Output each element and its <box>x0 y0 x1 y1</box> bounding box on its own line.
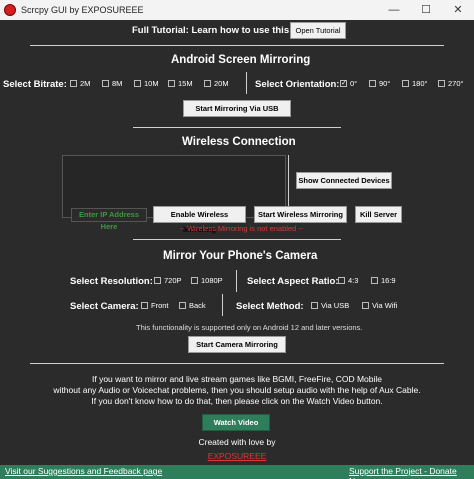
donate-link[interactable]: Support the Project - Donate Now <box>349 466 474 479</box>
main-content: Full Tutorial: Learn how to use this app… <box>0 20 474 465</box>
option-label: 90° <box>379 79 391 88</box>
method-option-usb[interactable]: Via USB <box>311 301 349 310</box>
start-mirroring-usb-button[interactable]: Start Mirroring Via USB <box>183 100 291 117</box>
option-label: 270° <box>448 79 464 88</box>
option-label: Front <box>151 301 169 310</box>
orientation-option-90[interactable]: 90° <box>369 79 390 88</box>
window-titlebar: Scrcpy GUI by EXPOSUREEE — ☐ ✕ <box>0 0 474 20</box>
start-wireless-button[interactable]: Start Wireless Mirroring <box>254 206 347 223</box>
checkbox-icon[interactable] <box>168 80 175 87</box>
orientation-label: Select Orientation: <box>255 79 340 90</box>
divider <box>30 45 444 46</box>
feedback-link[interactable]: Visit our Suggestions and Feedback page <box>5 466 162 476</box>
aspect-option-4-3[interactable]: 4:3 <box>338 276 358 285</box>
footer-bar: Visit our Suggestions and Feedback page … <box>0 465 474 479</box>
divider <box>236 270 237 292</box>
option-label: 15M <box>178 79 193 88</box>
info-line-3: If you don't know how to do that, then p… <box>91 396 383 406</box>
open-tutorial-button[interactable]: Open Tutorial <box>290 22 346 39</box>
checkbox-icon[interactable] <box>338 277 345 284</box>
watch-video-button[interactable]: Watch Video <box>202 414 270 431</box>
orientation-option-270[interactable]: 270° <box>438 79 464 88</box>
aspect-option-16-9[interactable]: 16:9 <box>371 276 396 285</box>
resolution-label: Select Resolution: <box>70 276 153 287</box>
option-label: 720P <box>164 276 182 285</box>
checkbox-icon[interactable] <box>204 80 211 87</box>
checkbox-icon[interactable] <box>311 302 318 309</box>
option-label: 4:3 <box>348 276 359 285</box>
checkbox-icon[interactable] <box>179 302 186 309</box>
option-label: 16:9 <box>381 276 396 285</box>
checkbox-icon[interactable] <box>438 80 445 87</box>
checkbox-icon[interactable] <box>369 80 376 87</box>
divider <box>30 363 444 364</box>
option-label: 180° <box>412 79 428 88</box>
option-label: 8M <box>112 79 123 88</box>
checkbox-icon[interactable] <box>371 277 378 284</box>
orientation-option-180[interactable]: 180° <box>402 79 428 88</box>
method-option-wifi[interactable]: Via Wifi <box>362 301 397 310</box>
divider <box>222 294 223 316</box>
checkbox-icon[interactable] <box>134 80 141 87</box>
app-icon <box>4 4 16 16</box>
tutorial-label: Full Tutorial: Learn how to use this app <box>132 25 309 36</box>
checkbox-icon[interactable] <box>102 80 109 87</box>
resolution-option-720p[interactable]: 720P <box>154 276 182 285</box>
ip-address-input[interactable]: Enter IP Address Here <box>71 208 147 231</box>
info-line-1: If you want to mirror and live stream ga… <box>91 374 383 384</box>
camera-heading: Mirror Your Phone's Camera <box>163 250 318 262</box>
divider <box>133 239 341 240</box>
checkbox-icon[interactable] <box>154 277 161 284</box>
option-label: 1080P <box>201 276 223 285</box>
option-label: 20M <box>214 79 229 88</box>
divider <box>133 127 341 128</box>
camera-note: This functionality is supported only on … <box>136 323 363 332</box>
option-label: 0° <box>350 79 358 88</box>
bitrate-option-8m[interactable]: 8M <box>102 79 122 88</box>
bitrate-option-2m[interactable]: 2M <box>70 79 90 88</box>
minimize-icon[interactable]: — <box>378 0 410 20</box>
option-label: 10M <box>144 79 159 88</box>
author-link[interactable]: EXPOSUREEE <box>0 451 474 462</box>
checkbox-icon[interactable] <box>191 277 198 284</box>
checkbox-checked-icon[interactable]: ✓ <box>340 80 347 87</box>
show-connected-devices-button[interactable]: Show Connected Devices <box>296 172 392 189</box>
option-label: Back <box>189 301 206 310</box>
window-title: Scrcpy GUI by EXPOSUREEE <box>21 5 144 15</box>
option-label: Via Wifi <box>372 301 398 310</box>
method-label: Select Method: <box>236 301 304 312</box>
resolution-option-1080p[interactable]: 1080P <box>191 276 223 285</box>
option-label: 2M <box>80 79 91 88</box>
option-label: Via USB <box>321 301 350 310</box>
kill-server-button[interactable]: Kill Server <box>355 206 402 223</box>
bitrate-label: Select Bitrate: <box>3 79 67 90</box>
bitrate-option-20m[interactable]: 20M <box>204 79 229 88</box>
camera-option-back[interactable]: Back <box>179 301 206 310</box>
aspect-ratio-label: Select Aspect Ratio: <box>247 276 339 287</box>
info-line-2: without any Audio or Voicechat problems,… <box>53 385 421 395</box>
checkbox-icon[interactable] <box>402 80 409 87</box>
checkbox-icon[interactable] <box>362 302 369 309</box>
camera-option-front[interactable]: Front <box>141 301 169 310</box>
checkbox-icon[interactable] <box>141 302 148 309</box>
mirroring-heading: Android Screen Mirroring <box>171 54 311 66</box>
credit-text: Created with love by <box>198 437 276 447</box>
orientation-option-0[interactable]: ✓ 0° <box>340 79 357 88</box>
maximize-icon[interactable]: ☐ <box>410 0 442 20</box>
wireless-heading: Wireless Connection <box>182 136 296 148</box>
camera-select-label: Select Camera: <box>70 301 139 312</box>
checkbox-icon[interactable] <box>70 80 77 87</box>
wireless-status: -- Wireless Mirroring is not enabled -- <box>180 224 304 233</box>
close-icon[interactable]: ✕ <box>442 0 474 20</box>
start-camera-mirroring-button[interactable]: Start Camera Mirroring <box>188 336 286 353</box>
bitrate-option-10m[interactable]: 10M <box>134 79 159 88</box>
enable-wireless-button[interactable]: Enable Wireless Mirroring <box>153 206 246 234</box>
divider <box>246 72 247 94</box>
bitrate-option-15m[interactable]: 15M <box>168 79 193 88</box>
